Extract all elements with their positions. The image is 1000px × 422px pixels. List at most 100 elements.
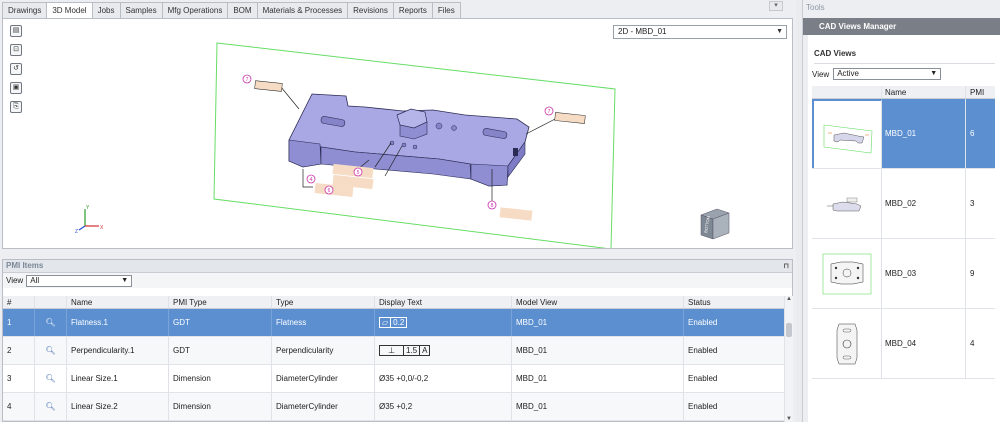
thumbnail-image [817,108,878,161]
feature-control-frame: ⊥ 1.5 A [379,345,431,356]
pmi-filter-bar: View All ▼ [3,273,792,288]
search-icon[interactable]: 🔍︎ [35,365,67,392]
cad-view-name: MBD_03 [882,239,966,308]
column-header[interactable]: # [3,296,35,308]
reset-view-icon[interactable]: ↺ [10,63,22,75]
tab-revisions[interactable]: Revisions [347,2,394,18]
layers-icon[interactable]: ▤ [10,25,22,37]
cad-view-row[interactable]: MBD_04 4 [812,309,995,379]
divider [814,63,995,64]
column-header[interactable]: Name [67,296,169,308]
chevron-down-icon: ▼ [930,70,938,77]
status: Enabled [688,402,718,411]
tab-jobs[interactable]: Jobs [91,2,121,18]
pmi-view-value: All [30,275,40,285]
status: Enabled [688,374,718,383]
pmi-subtype: DiameterCylinder [272,365,375,392]
pin-icon[interactable]: ⊓ [784,261,789,273]
column-header[interactable]: Status [684,296,752,308]
cad-view-pmi-count: 6 [966,99,995,168]
model-view: MBD_01 [512,309,684,336]
cad-view-pmi-count: 3 [970,199,975,208]
table-row[interactable]: 1 🔍︎ Flatness.1 GDT Flatness ▱ 0.2 MBD_0… [3,309,784,337]
pmi-panel-title: PMI Items ⊓ [3,260,792,273]
column-header[interactable]: Model View [512,296,684,308]
cad-view-select[interactable]: Active ▼ [833,68,942,80]
tab-3d-model[interactable]: 3D Model [46,2,93,19]
tab-samples[interactable]: Samples [119,2,163,18]
cad-views-manager: CAD Views View Active ▼ Name PMI MBD_01 … [808,35,1000,422]
view-thumbnail[interactable] [812,99,882,168]
table-row[interactable]: 2 🔍︎ Perpendicularity.1 GDT Perpendicula… [3,337,784,365]
display-text: Ø35 +0,0/-0,2 [375,365,512,392]
column-header[interactable]: PMI Type [169,296,272,308]
tab-materials-processes[interactable]: Materials & Processes [256,2,349,18]
view-thumbnail[interactable] [812,309,882,378]
tab-files[interactable]: Files [431,2,461,18]
table-row[interactable]: 3 🔍︎ Linear Size.1 Dimension DiameterCyl… [3,365,784,393]
cad-views-manager-title: CAD Views Manager [803,18,1000,35]
tab-bom[interactable]: BOM [227,2,258,18]
column-header[interactable]: Display Text [375,296,512,308]
balloon-label: 7 [548,109,551,115]
model-view-select[interactable]: 2D - MBD_01 ▼ [613,25,787,39]
tab-reports[interactable]: Reports [392,2,433,18]
thumbnail-image [816,177,877,230]
pmi-view-label: View [6,276,24,285]
table-header: # Name PMI Type Type Display Text Model … [3,296,784,309]
model-view-select-value: 2D - MBD_01 [618,27,667,36]
pmi-name: Linear Size.2 [67,393,169,420]
feature-control-frame: ▱ 0.2 [379,317,408,328]
scrollbar-thumb[interactable] [786,323,792,337]
search-icon[interactable]: 🔍︎ [35,393,67,420]
column-header[interactable]: PMI [966,86,995,98]
column-header[interactable]: Name [882,86,966,98]
pmi-scrollbar[interactable]: ▲ ▼ [784,296,793,422]
pmi-name: Linear Size.1 [67,365,169,392]
table-row[interactable]: 4 🔍︎ Linear Size.2 Dimension DiameterCyl… [3,393,784,421]
search-icon[interactable]: 🔍︎ [35,309,67,336]
tab-overflow-button[interactable]: ▾ [769,1,783,11]
search-icon[interactable]: 🔍︎ [35,337,67,364]
view-thumbnail[interactable] [812,169,882,238]
scroll-up-icon[interactable]: ▲ [785,296,793,302]
pmi-table: # Name PMI Type Type Display Text Model … [3,296,784,421]
view-thumbnail[interactable] [812,239,882,308]
axis-triad: Y X Z [75,205,104,235]
cad-view-filter: View Active ▼ [812,68,942,80]
cad-view-name: MBD_01 [882,99,966,168]
tools-panel: Tools CAD Views Manager CAD Views View A… [802,0,1000,422]
cad-view-label: View [812,69,830,79]
status: Enabled [688,346,718,355]
column-header[interactable] [812,86,882,98]
zoom-fit-icon[interactable]: ⊡ [10,44,22,56]
pmi-view-select[interactable]: All ▼ [26,274,133,287]
scroll-down-icon[interactable]: ▼ [785,416,793,422]
flatness-symbol: ▱ [380,318,392,327]
pmi-name: Perpendicularity.1 [67,337,169,364]
chevron-down-icon: ▼ [776,28,783,35]
axis-x-label: X [100,225,104,231]
model-canvas[interactable]: 7 7 5 6 4 8 Y X Z BOTTOM [3,19,792,248]
cad-view-name: MBD_04 [882,309,966,378]
export-icon[interactable]: ⎘ [10,101,22,113]
row-number: 4 [3,393,35,420]
pmi-name: Flatness.1 [67,309,169,336]
tab-drawings[interactable]: Drawings [2,2,48,18]
model-viewport[interactable]: 7 7 5 6 4 8 Y X Z BOTTOM ▤ ⊡ ↺ ▣ ⎘ 2D - … [2,18,793,249]
pmi-subtype: Flatness [272,309,375,336]
tab-mfg-operations[interactable]: Mfg Operations [161,2,229,18]
cad-view-row[interactable]: MBD_01 6 [812,99,995,169]
cad-view-row[interactable]: MBD_03 9 [812,239,995,309]
column-header[interactable] [35,296,67,308]
column-header[interactable]: Type [272,296,375,308]
perpendicularity-symbol: ⊥ [380,346,404,355]
row-number: 1 [3,309,35,336]
pmi-title-text: PMI Items [6,261,44,270]
save-icon[interactable]: ▣ [10,82,22,94]
part-model [288,93,530,187]
cad-view-row[interactable]: MBD_02 3 [812,169,995,239]
view-cube[interactable]: BOTTOM [700,208,730,240]
tolerance-value: 0.2 [393,318,405,327]
pmi-type: GDT [169,337,272,364]
